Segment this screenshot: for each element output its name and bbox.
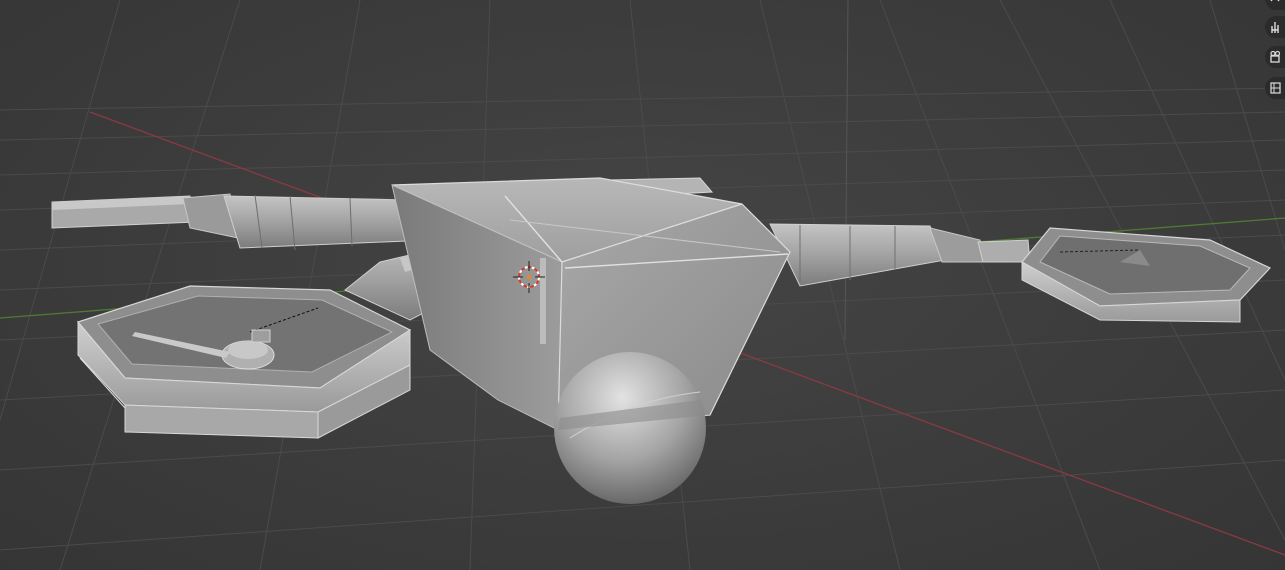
arm-right[interactable]: [769, 223, 1031, 287]
pan-hand-icon[interactable]: [1265, 16, 1285, 38]
scene-canvas[interactable]: [0, 0, 1285, 570]
camera-view-icon[interactable]: [1265, 46, 1285, 68]
zoom-icon[interactable]: [1265, 0, 1285, 10]
3d-viewport[interactable]: [0, 0, 1285, 570]
arm-rear-left[interactable]: [51, 193, 431, 251]
ortho-grid-icon[interactable]: [1265, 77, 1285, 99]
rotor-guard-right[interactable]: [1021, 227, 1272, 323]
z-axis-line: [844, 0, 849, 341]
rotor-guard-left[interactable]: [76, 285, 412, 439]
navigation-gizmo: [1263, 0, 1285, 110]
